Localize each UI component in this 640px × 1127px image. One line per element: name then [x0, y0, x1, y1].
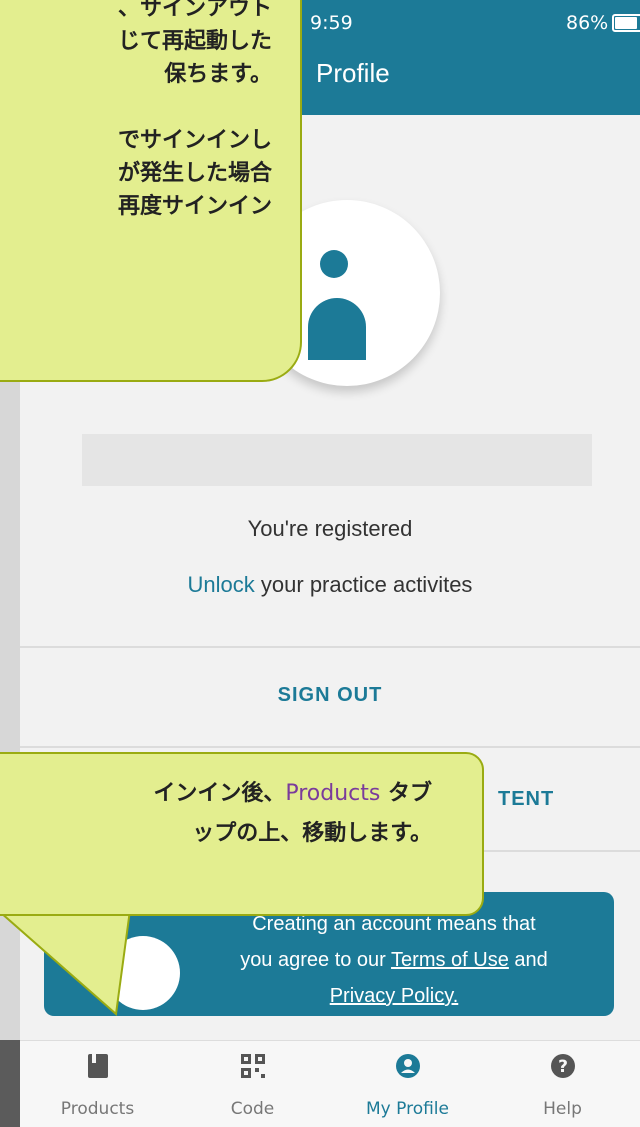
- user-circle-icon: [396, 1054, 420, 1078]
- terms-of-use-link[interactable]: Terms of Use: [391, 949, 509, 971]
- tab-my-profile[interactable]: My Profile: [330, 1041, 485, 1127]
- battery-percent: 86%: [566, 12, 609, 34]
- battery-status: 86%: [566, 12, 640, 34]
- unlock-line: Unlock your practice activites: [20, 572, 640, 598]
- divider: [20, 746, 640, 748]
- tab-help[interactable]: ? Help: [485, 1041, 640, 1127]
- unlock-link[interactable]: Unlock: [188, 572, 255, 597]
- terms-line3: Privacy Policy.: [184, 978, 604, 1014]
- status-time: 9:59: [310, 12, 353, 34]
- callout-products-word: Products: [285, 781, 381, 806]
- content-button[interactable]: TENT: [498, 788, 554, 811]
- tutorial-callout-top: 、サインアウト じて再起動した 保ちます。 でサインインし が発生した場合 再度…: [0, 0, 302, 382]
- tab-label: Products: [60, 1099, 135, 1119]
- avatar-body-icon: [308, 298, 366, 360]
- tab-products[interactable]: Products: [20, 1041, 175, 1127]
- tab-label: Help: [543, 1099, 582, 1119]
- callout-text-b: タブ: [380, 781, 432, 806]
- privacy-policy-link[interactable]: Privacy Policy.: [330, 985, 459, 1007]
- terms-text: Creating an account means that you agree…: [184, 906, 604, 1014]
- callout-bottom-text: インイン後、Products タブ ップの上、移動します。: [0, 774, 432, 854]
- qr-code-icon: [241, 1054, 265, 1078]
- tutorial-callout-bottom: インイン後、Products タブ ップの上、移動します。: [0, 752, 484, 916]
- terms-prefix: you agree to our: [240, 949, 392, 971]
- page-title: Profile: [316, 58, 390, 88]
- svg-text:?: ?: [558, 1057, 568, 1077]
- question-icon: ?: [551, 1054, 575, 1078]
- terms-suffix: and: [508, 949, 548, 971]
- divider: [20, 646, 640, 648]
- tab-label: My Profile: [366, 1099, 449, 1119]
- battery-icon: [612, 14, 640, 32]
- sign-out-button[interactable]: SIGN OUT: [20, 684, 640, 707]
- callout-top-text: 、サインアウト じて再起動した 保ちます。 でサインインし が発生した場合 再度…: [117, 0, 272, 219]
- avatar-head-icon: [320, 250, 348, 278]
- callout-line2: ップの上、移動します。: [192, 821, 432, 846]
- terms-line2: you agree to our Terms of Use and: [184, 942, 604, 978]
- callout-text-a: インイン後、: [153, 781, 286, 806]
- book-icon: [88, 1054, 108, 1078]
- tab-code[interactable]: Code: [175, 1041, 330, 1127]
- name-placeholder-field: [82, 434, 592, 486]
- registered-text: You're registered: [247, 516, 413, 541]
- tab-bar: Products Code My Profile ? Help: [20, 1040, 640, 1127]
- unlock-rest-text: your practice activites: [254, 572, 473, 597]
- tab-label: Code: [230, 1099, 275, 1119]
